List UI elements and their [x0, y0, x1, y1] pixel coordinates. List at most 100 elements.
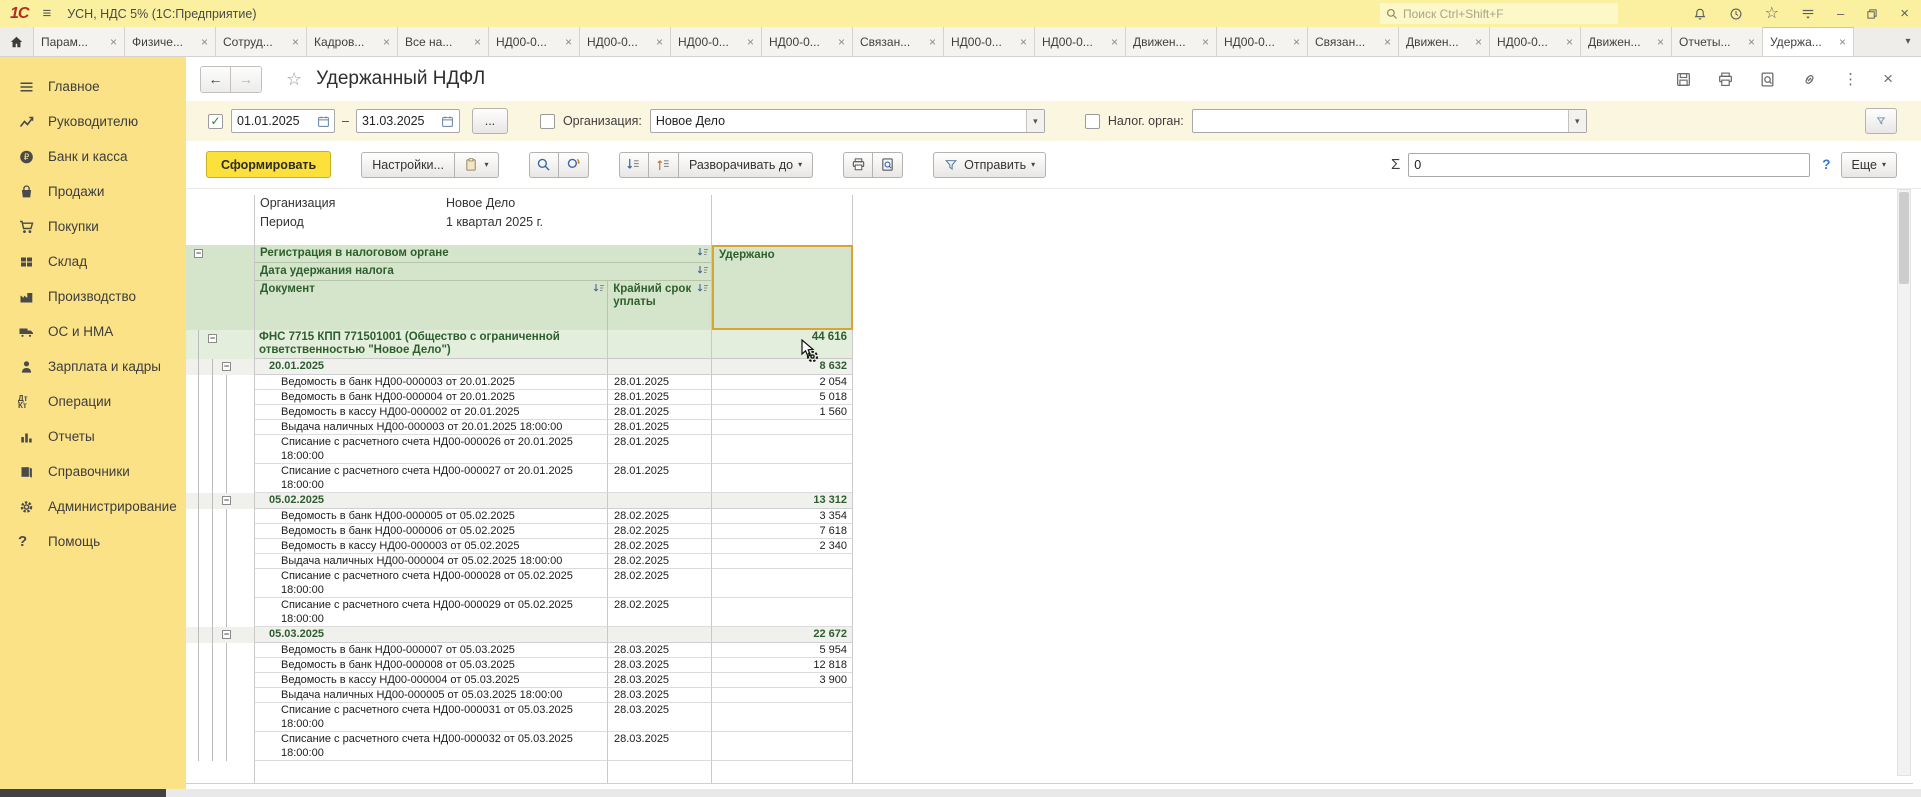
document-cell[interactable]: Списание с расчетного счета НД00-000026 …: [254, 435, 608, 464]
close-tab-icon[interactable]: ×: [1883, 69, 1893, 89]
global-search[interactable]: [1380, 3, 1618, 24]
sidebar-item-menu[interactable]: Главное: [0, 69, 186, 104]
tab-close-icon[interactable]: ×: [292, 35, 299, 49]
withheld-cell[interactable]: 22 672: [712, 627, 853, 643]
tab-close-icon[interactable]: ×: [1020, 35, 1027, 49]
notifications-bell-icon[interactable]: [1693, 7, 1707, 21]
document-cell[interactable]: ФНС 7715 КПП 771501001 (Общество с огран…: [254, 330, 608, 359]
sort-icon[interactable]: [697, 283, 709, 330]
tabs-overflow-button[interactable]: ▾: [1895, 27, 1921, 56]
organization-combo[interactable]: ▾: [650, 109, 1045, 133]
deadline-cell[interactable]: 28.01.2025: [608, 375, 712, 390]
date-to-field[interactable]: [356, 109, 460, 133]
withheld-cell[interactable]: 3 354: [712, 509, 853, 524]
document-cell[interactable]: 05.03.2025: [254, 627, 608, 643]
date-from-field[interactable]: [231, 109, 335, 133]
autosum-field[interactable]: [1408, 153, 1810, 177]
sidebar-item-cart[interactable]: Покупки: [0, 209, 186, 244]
sidebar-item-grid[interactable]: Склад: [0, 244, 186, 279]
document-cell[interactable]: Выдача наличных НД00-000005 от 05.03.202…: [254, 688, 608, 703]
link-icon[interactable]: [1801, 71, 1818, 88]
send-button[interactable]: Отправить▾: [933, 152, 1046, 178]
print-icon[interactable]: [1717, 71, 1734, 88]
column-header-registration[interactable]: Регистрация в налоговом органе: [255, 245, 711, 263]
tab--00-0-[interactable]: НД00-0...×: [944, 27, 1035, 56]
tab--[interactable]: Физиче...×: [125, 27, 216, 56]
document-cell[interactable]: Ведомость в банк НД00-000004 от 20.01.20…: [254, 390, 608, 405]
withheld-cell[interactable]: [712, 688, 853, 703]
expand-to-button[interactable]: Разворачивать до▾: [679, 152, 813, 178]
tax-authority-input[interactable]: [1193, 110, 1568, 132]
tab--[interactable]: Отчеты...×: [1672, 27, 1763, 56]
expand-groups-button[interactable]: [649, 152, 679, 178]
column-header-deadline[interactable]: Крайний срок уплаты: [608, 281, 711, 330]
withheld-cell[interactable]: 2 340: [712, 539, 853, 554]
deadline-cell[interactable]: [608, 359, 712, 375]
sidebar-item-gear[interactable]: Администрирование: [0, 489, 186, 524]
deadline-cell[interactable]: 28.03.2025: [608, 688, 712, 703]
tab-close-icon[interactable]: ×: [1384, 35, 1391, 49]
tab-close-icon[interactable]: ×: [1293, 35, 1300, 49]
forward-button[interactable]: →: [231, 67, 261, 92]
tab--[interactable]: Движен...×: [1399, 27, 1490, 56]
withheld-cell[interactable]: [712, 554, 853, 569]
search-input[interactable]: [1403, 7, 1593, 21]
chevron-down-icon[interactable]: ▾: [1026, 110, 1044, 132]
deadline-cell[interactable]: 28.03.2025: [608, 703, 712, 732]
tab--[interactable]: Движен...×: [1126, 27, 1217, 56]
tab--00-0-[interactable]: НД00-0...×: [762, 27, 853, 56]
document-cell[interactable]: Списание с расчетного счета НД00-000028 …: [254, 569, 608, 598]
scrollbar-thumb[interactable]: [1899, 192, 1909, 284]
document-cell[interactable]: Ведомость в кассу НД00-000003 от 05.02.2…: [254, 539, 608, 554]
sort-icon[interactable]: [593, 283, 605, 330]
preview-icon[interactable]: [1759, 71, 1776, 88]
back-button[interactable]: ←: [201, 67, 231, 92]
column-header-document[interactable]: Документ: [255, 281, 608, 330]
expander-icon[interactable]: −: [194, 249, 203, 258]
withheld-cell[interactable]: [712, 435, 853, 464]
tab--00-0-[interactable]: НД00-0...×: [1035, 27, 1126, 56]
tab--[interactable]: Все на...×: [398, 27, 489, 56]
withheld-cell[interactable]: 7 618: [712, 524, 853, 539]
organization-checkbox[interactable]: [540, 114, 555, 129]
withheld-cell[interactable]: [712, 569, 853, 598]
withheld-cell[interactable]: 3 900: [712, 673, 853, 688]
filter-settings-button[interactable]: [1865, 108, 1897, 134]
deadline-cell[interactable]: 28.02.2025: [608, 598, 712, 627]
deadline-cell[interactable]: 28.03.2025: [608, 673, 712, 688]
expander-icon[interactable]: −: [222, 496, 231, 505]
help-icon[interactable]: ?: [1822, 157, 1830, 172]
sidebar-item-ruble[interactable]: ₽Банк и касса: [0, 139, 186, 174]
tab--[interactable]: Сотруд...×: [216, 27, 307, 56]
more-button[interactable]: Еще▾: [1841, 152, 1897, 178]
deadline-cell[interactable]: 28.03.2025: [608, 732, 712, 761]
expander-icon[interactable]: −: [208, 334, 217, 343]
favorite-star-icon[interactable]: ☆: [286, 69, 302, 90]
more-dots-icon[interactable]: ⋮: [1843, 70, 1858, 88]
tab-close-icon[interactable]: ×: [1111, 35, 1118, 49]
withheld-cell[interactable]: 1 560: [712, 405, 853, 420]
tax-authority-checkbox[interactable]: [1085, 114, 1100, 129]
tab--00-0-[interactable]: НД00-0...×: [489, 27, 580, 56]
tab-close-icon[interactable]: ×: [656, 35, 663, 49]
vertical-scrollbar[interactable]: [1897, 189, 1911, 776]
tab-close-icon[interactable]: ×: [1475, 35, 1482, 49]
withheld-cell[interactable]: 8 632: [712, 359, 853, 375]
deadline-cell[interactable]: 28.01.2025: [608, 420, 712, 435]
sort-icon[interactable]: [697, 247, 709, 262]
document-cell[interactable]: Выдача наличных НД00-000003 от 20.01.202…: [254, 420, 608, 435]
period-more-button[interactable]: ...: [472, 108, 508, 134]
tab--00-0-[interactable]: НД00-0...×: [1490, 27, 1581, 56]
print-preview-button[interactable]: [873, 152, 903, 178]
withheld-cell[interactable]: 13 312: [712, 493, 853, 509]
tab--00-0-[interactable]: НД00-0...×: [580, 27, 671, 56]
withheld-cell[interactable]: 5 018: [712, 390, 853, 405]
minimize-icon[interactable]: –: [1837, 7, 1844, 20]
tab-close-icon[interactable]: ×: [1566, 35, 1573, 49]
deadline-cell[interactable]: [608, 493, 712, 509]
calendar-icon[interactable]: [437, 110, 459, 132]
tab--[interactable]: Удержа...×: [1763, 27, 1854, 56]
period-checkbox[interactable]: ✓: [208, 114, 223, 129]
column-header-date[interactable]: Дата удержания налога: [255, 263, 711, 281]
sidebar-item-person[interactable]: Зарплата и кадры: [0, 349, 186, 384]
